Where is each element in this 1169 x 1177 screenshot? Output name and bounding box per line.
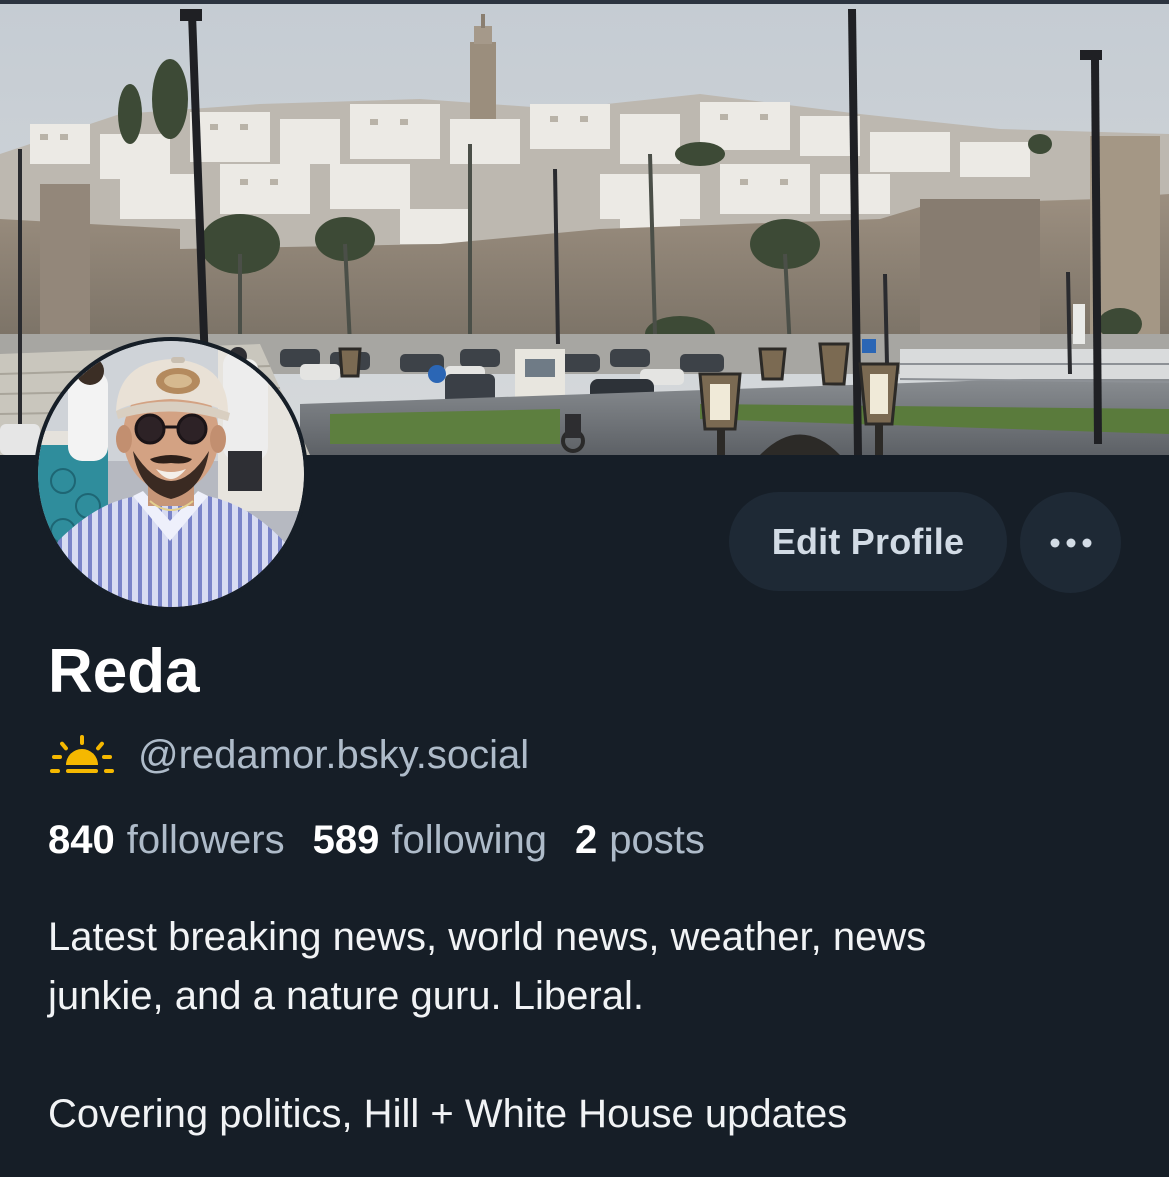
bio-line: Latest breaking news, world news, weathe… bbox=[48, 915, 927, 959]
sunrise-icon bbox=[50, 735, 114, 773]
profile-stats: 840 followers 589 following 2 posts bbox=[48, 818, 733, 870]
posts-stat: 2 posts bbox=[575, 818, 705, 863]
edit-profile-button[interactable]: Edit Profile bbox=[729, 492, 1007, 591]
ellipsis-icon bbox=[1050, 538, 1091, 547]
followers-stat[interactable]: 840 followers bbox=[48, 818, 285, 863]
followers-count: 840 bbox=[48, 818, 115, 862]
more-options-button[interactable] bbox=[1020, 492, 1121, 593]
display-name: Reda bbox=[48, 637, 200, 706]
following-count: 589 bbox=[312, 818, 380, 862]
following-label: following bbox=[391, 818, 547, 862]
posts-label: posts bbox=[609, 818, 705, 862]
profile-page: Edit Profile Reda @redamor.bsky.social 8… bbox=[0, 0, 1169, 1177]
posts-count: 2 bbox=[575, 818, 598, 862]
profile-bio: Latest breaking news, world news, weathe… bbox=[48, 908, 1128, 1144]
followers-label: followers bbox=[126, 818, 285, 862]
following-stat[interactable]: 589 following bbox=[313, 818, 547, 863]
avatar[interactable] bbox=[34, 337, 308, 611]
bio-line: junkie, and a nature guru. Liberal. bbox=[48, 974, 644, 1018]
handle[interactable]: @redamor.bsky.social bbox=[138, 733, 529, 778]
bio-line: Covering politics, Hill + White House up… bbox=[48, 1092, 848, 1136]
handle-row: @redamor.bsky.social bbox=[48, 730, 529, 780]
